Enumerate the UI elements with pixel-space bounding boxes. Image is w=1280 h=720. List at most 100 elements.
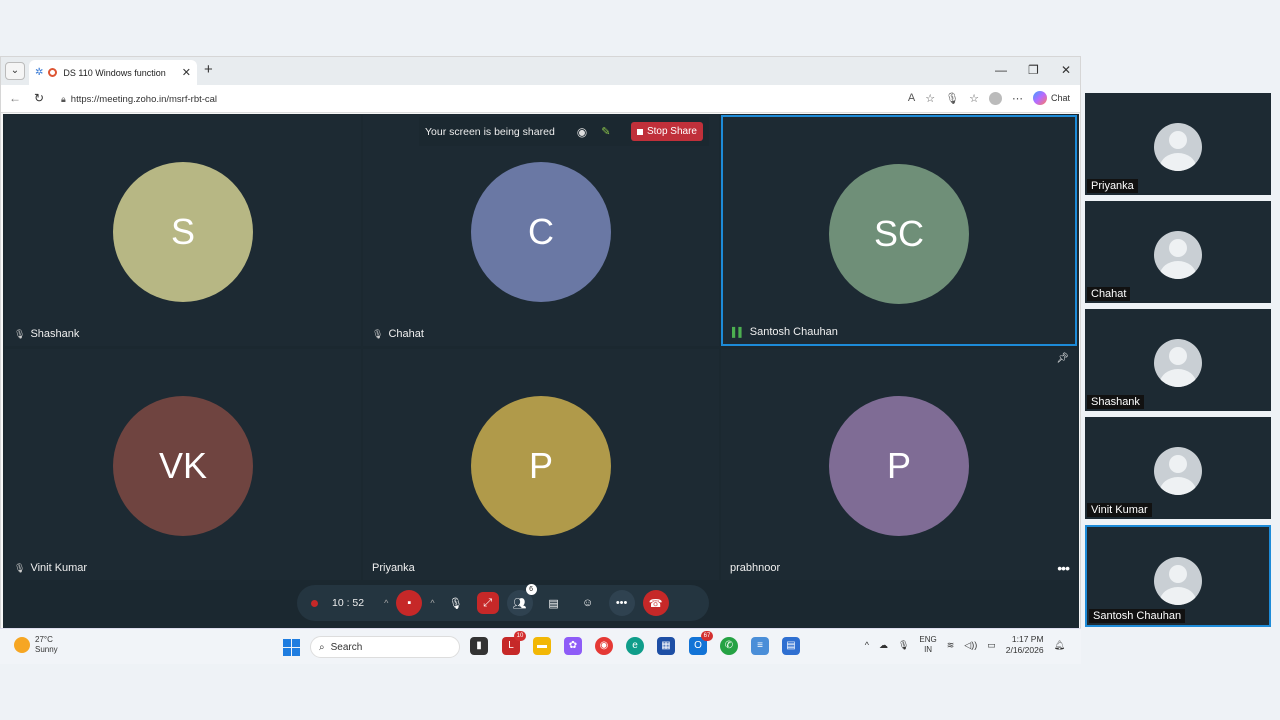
initials: VK	[158, 445, 208, 486]
mic-tray-icon[interactable]: 🎙︎	[898, 640, 909, 651]
read-aloud-icon[interactable]: A	[908, 92, 915, 104]
tile-more-icon[interactable]: •••	[1057, 560, 1070, 576]
close-window-icon[interactable]: ✕	[1061, 63, 1071, 77]
weather-widget[interactable]: 27°C Sunny	[14, 635, 58, 655]
task-view-icon[interactable]: ▮	[470, 637, 488, 655]
weather-condition: Sunny	[35, 645, 58, 654]
chat-button[interactable]: Chat	[1032, 91, 1070, 105]
notepad-icon[interactable]: ≡	[751, 637, 769, 655]
microphone-button[interactable]: 🎙︎	[443, 590, 469, 616]
tab-list-button[interactable]: ⌄	[5, 62, 25, 80]
favorites-icon[interactable]: ☆	[969, 92, 979, 105]
participant-sidebar: Priyanka Chahat Shashank Vinit Kumar San…	[1082, 90, 1276, 630]
clock[interactable]: 1:17 PM 2/16/2026	[1006, 634, 1044, 656]
zoho-icon: ✲	[35, 67, 44, 78]
mic-icon: 🎙︎	[14, 328, 26, 339]
onedrive-icon[interactable]: ☁	[879, 640, 888, 651]
tab-bar: ⌄ ✲ DS 110 Windows function ✕ + — ❐ ✕	[1, 57, 1080, 85]
notification-bell-icon[interactable]: 🔔︎	[1054, 640, 1065, 651]
participant-tile[interactable]: 📌︎ P prabhnoor •••	[721, 349, 1077, 580]
sidebar-name: Chahat	[1087, 287, 1131, 301]
default-avatar-icon	[1154, 231, 1202, 279]
edge-icon[interactable]: e	[626, 637, 644, 655]
avatar-circle: VK	[113, 396, 253, 536]
participants-button[interactable]: 👥︎ 6	[506, 584, 537, 616]
camera-off-button[interactable]: ▪	[396, 590, 423, 616]
initials: P	[528, 445, 553, 486]
camera-options-caret[interactable]: ^	[384, 598, 388, 608]
screen-share-button[interactable]: ⤢	[476, 592, 499, 614]
sidebar-tile[interactable]: Priyanka	[1085, 93, 1271, 195]
meeting-area: S 🎙︎ Shashank C 🎙︎ Chahat SC ▌▌ Santosh Cha…	[3, 114, 1079, 628]
restore-icon[interactable]: ❐	[1028, 63, 1039, 77]
mic-icon: 🎙︎	[372, 328, 384, 339]
more-options-icon[interactable]: •••	[608, 590, 635, 616]
leave-call-button[interactable]: ☎	[642, 590, 669, 616]
annotate-pen-icon[interactable]: ✎	[601, 125, 610, 138]
temperature: 27°C	[35, 635, 53, 644]
sidebar-name: Vinit Kumar	[1087, 503, 1152, 517]
recording-indicator	[311, 599, 318, 607]
participant-tile[interactable]: P Priyanka	[363, 349, 719, 580]
battery-icon[interactable]: ▭	[987, 640, 996, 651]
initials: SC	[873, 213, 924, 254]
new-tab-button[interactable]: +	[204, 61, 213, 78]
windows-start-icon[interactable]	[283, 639, 300, 656]
address-bar: ← ↻ 🔒︎ https://meeting.zoho.in/msrf-rbt-…	[1, 85, 1080, 113]
participant-tile[interactable]: S 🎙︎ Shashank	[5, 115, 361, 346]
active-tab[interactable]: ✲ DS 110 Windows function ✕	[29, 60, 197, 85]
chat-label: Chat	[1050, 93, 1070, 103]
mic-options-caret[interactable]: ^	[430, 598, 434, 608]
sidebar-tile[interactable]: Vinit Kumar	[1085, 417, 1271, 519]
pin-icon[interactable]: 📌︎	[1056, 353, 1069, 364]
taskbar-search[interactable]: ⌕ Search	[310, 636, 460, 658]
reactions-icon[interactable]: ☺	[575, 590, 601, 616]
avatar-circle: P	[829, 396, 969, 536]
sidebar-name: Santosh Chauhan	[1089, 609, 1186, 623]
copilot-icon	[1032, 91, 1047, 105]
sun-icon	[14, 637, 30, 653]
sidebar-tile[interactable]: Shashank	[1085, 309, 1271, 411]
windows-taskbar: 27°C Sunny ⌕ Search ▮ L 10 ▬ ✿ ◉ e ▦ O 67 …	[0, 628, 1081, 664]
participant-tile[interactable]: C 🎙︎ Chahat	[363, 115, 719, 346]
file-explorer-icon[interactable]: ▬	[533, 637, 551, 655]
system-tray: ^ ☁ 🎙︎ ENG IN ≋ ◁)) ▭ 1:17 PM 2/16/2026 …	[865, 634, 1065, 656]
language-indicator[interactable]: ENG IN	[919, 635, 936, 655]
copilot-app-icon[interactable]: ✿	[564, 637, 582, 655]
stop-icon	[636, 128, 643, 135]
url-text: https://meeting.zoho.in/msrf-rbt-cal	[70, 93, 218, 105]
default-avatar-icon	[1154, 557, 1202, 605]
microphone-icon[interactable]: 🎙︎	[945, 92, 959, 105]
profile-icon[interactable]	[988, 91, 1002, 105]
hide-eye-icon[interactable]: ◉	[577, 125, 587, 139]
chat-icon[interactable]: ▤	[541, 590, 567, 616]
chrome-icon[interactable]: ◉	[595, 637, 613, 655]
volume-icon[interactable]: ◁))	[964, 640, 977, 651]
database-icon[interactable]: ▤	[782, 637, 800, 655]
participant-name: Shashank	[30, 328, 80, 340]
close-tab-icon[interactable]: ✕	[182, 66, 191, 79]
wifi-icon[interactable]: ≋	[947, 640, 955, 651]
participant-name: Chahat	[388, 328, 424, 340]
speaking-icon: ▌▌	[732, 327, 745, 337]
url-field[interactable]: 🔒︎ https://meeting.zoho.in/msrf-rbt-cal	[57, 89, 887, 109]
sidebar-tile-active[interactable]: Santosh Chauhan	[1085, 525, 1271, 627]
stop-share-button[interactable]: Stop Share	[630, 122, 703, 141]
outlook-icon[interactable]: O 67	[689, 631, 713, 655]
app-badge: 10	[514, 631, 526, 641]
back-icon[interactable]: ←	[9, 91, 21, 105]
search-label: Search	[330, 641, 363, 653]
more-menu-icon[interactable]: ⋯	[1012, 92, 1023, 105]
whatsapp-icon[interactable]: ✆	[720, 637, 738, 655]
favorite-star-icon[interactable]: ☆	[925, 92, 935, 105]
participant-tile[interactable]: VK 🎙︎ Vinit Kumar	[5, 349, 361, 580]
refresh-icon[interactable]: ↻	[34, 91, 44, 105]
store-icon[interactable]: ▦	[657, 637, 675, 655]
show-hidden-icons[interactable]: ^	[865, 640, 869, 650]
sidebar-tile[interactable]: Chahat	[1085, 201, 1271, 303]
participant-tile-speaking[interactable]: SC ▌▌ Santosh Chauhan	[721, 115, 1077, 346]
share-status-text: Your screen is being shared	[425, 125, 555, 138]
app-l-icon[interactable]: L 10	[502, 631, 526, 655]
minimize-icon[interactable]: —	[995, 63, 1007, 77]
participants-count-badge: 6	[525, 584, 537, 595]
